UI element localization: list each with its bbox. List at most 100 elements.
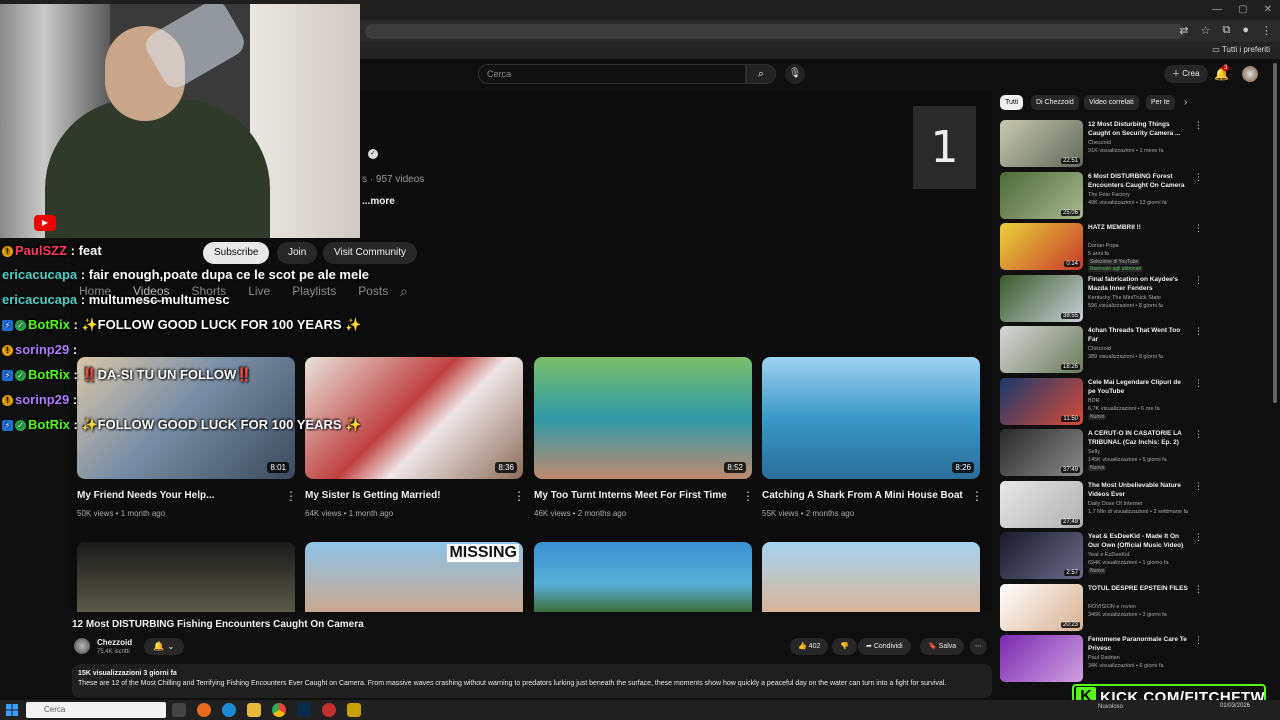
related-video-title[interactable]: Yeat & EsDeeKid - Made It On Our Own (Of… bbox=[1088, 532, 1188, 550]
related-video-channel[interactable]: Yeat e EsDeeKid bbox=[1088, 552, 1129, 558]
address-bar[interactable] bbox=[365, 24, 1185, 39]
related-video-thumbnail[interactable]: 37:49 bbox=[1000, 429, 1083, 476]
chrome-icon[interactable] bbox=[272, 703, 286, 717]
related-video-title[interactable]: The Most Unbelievable Nature Videos Ever bbox=[1088, 481, 1188, 499]
more-options-icon[interactable]: ⋮ bbox=[1194, 223, 1203, 234]
translate-icon[interactable]: ⇄ bbox=[1179, 24, 1188, 37]
related-video-title[interactable]: 12 Most Disturbing Things Caught on Secu… bbox=[1088, 120, 1188, 138]
search-button[interactable]: ⌕ bbox=[746, 64, 776, 84]
taskbar-clock[interactable]: 01/03/2026 bbox=[1220, 702, 1250, 710]
related-video-channel[interactable]: The Fear Factory bbox=[1088, 192, 1130, 198]
related-video-title[interactable]: TOTUL DESPRE EPSTEIN FILES bbox=[1088, 584, 1188, 593]
owner-name[interactable]: Chezzoid bbox=[97, 638, 132, 647]
related-video-title[interactable]: Fenomene Paranormale Care Te Privesc bbox=[1088, 635, 1188, 653]
obs-icon[interactable] bbox=[322, 703, 336, 717]
related-video-thumbnail[interactable]: 27:49 bbox=[1000, 480, 1083, 528]
related-video-channel[interactable]: BDR bbox=[1088, 398, 1100, 404]
more-options-icon[interactable]: ⋮ bbox=[971, 489, 983, 503]
related-video-title[interactable]: 4chan Threads That Went Too Far bbox=[1088, 326, 1188, 344]
more-options-icon[interactable]: ⋮ bbox=[513, 489, 525, 503]
video-thumbnail[interactable] bbox=[534, 542, 752, 612]
create-button[interactable]: ＋ Crea bbox=[1164, 65, 1208, 83]
video-thumbnail[interactable] bbox=[762, 542, 980, 612]
related-video-thumbnail[interactable]: 2:57 bbox=[1000, 532, 1083, 579]
more-options-icon[interactable]: ⋮ bbox=[742, 489, 754, 503]
edge-icon[interactable] bbox=[222, 703, 236, 717]
window-controls[interactable]: — ▢ ✕ bbox=[1212, 4, 1272, 15]
menu-icon[interactable]: ⋮ bbox=[1261, 24, 1272, 37]
windows-start-icon[interactable] bbox=[6, 704, 18, 716]
all-bookmarks[interactable]: ▭ Tutti i preferiti bbox=[1212, 45, 1270, 54]
related-video-title[interactable]: A CERUT-O IN CASATORIE LA TRIBUNAL (Caz … bbox=[1088, 429, 1188, 447]
save-button[interactable]: 🔖 Salva bbox=[920, 638, 965, 655]
more-options-icon[interactable]: ⋮ bbox=[1194, 481, 1203, 492]
account-avatar[interactable] bbox=[1242, 66, 1258, 82]
voice-search-button[interactable]: 🎙 bbox=[785, 64, 805, 84]
app-icon[interactable] bbox=[347, 703, 361, 717]
related-video-thumbnail[interactable]: 38:55 bbox=[1000, 274, 1083, 322]
tab-live[interactable]: Live bbox=[248, 284, 270, 302]
more-options-icon[interactable]: ⋮ bbox=[1194, 120, 1203, 131]
channel-search-icon[interactable]: ⌕ bbox=[400, 283, 408, 300]
visit-community-button[interactable]: Visit Community bbox=[323, 242, 418, 264]
related-video-channel[interactable]: Dorian Popa bbox=[1088, 243, 1119, 249]
more-options-icon[interactable]: ⋮ bbox=[1194, 378, 1203, 389]
like-button[interactable]: 👍 402 bbox=[790, 638, 829, 655]
task-view-icon[interactable] bbox=[172, 703, 186, 717]
more-options-icon[interactable]: ⋮ bbox=[1194, 275, 1203, 286]
join-button[interactable]: Join bbox=[277, 242, 318, 264]
more-options-icon[interactable]: ⋮ bbox=[1194, 635, 1203, 646]
related-video-thumbnail[interactable]: 25:06 bbox=[1000, 171, 1083, 219]
more-link[interactable]: ...more bbox=[362, 196, 395, 207]
more-options-icon[interactable]: ⋮ bbox=[1194, 326, 1203, 337]
subscribe-button[interactable]: Subscribe bbox=[203, 242, 270, 264]
related-video-thumbnail[interactable]: 11:50 bbox=[1000, 377, 1083, 425]
subscription-bell-button[interactable]: 🔔 ⌄ bbox=[144, 638, 184, 655]
maximize-icon[interactable]: ▢ bbox=[1238, 4, 1247, 15]
chip-related[interactable]: Video correlati bbox=[1084, 95, 1139, 110]
related-video-thumbnail[interactable]: 22:51 bbox=[1000, 120, 1083, 167]
related-video-thumbnail[interactable]: 0:14 bbox=[1000, 223, 1083, 270]
related-video-channel[interactable]: Chezzoid bbox=[1088, 346, 1111, 352]
photoshop-icon[interactable] bbox=[297, 703, 311, 717]
more-options-icon[interactable]: ⋮ bbox=[285, 489, 297, 503]
related-video-thumbnail[interactable] bbox=[1000, 635, 1083, 682]
file-explorer-icon[interactable] bbox=[247, 703, 261, 717]
share-button[interactable]: ➦ Condividi bbox=[858, 638, 911, 655]
chip-for-you[interactable]: Per te bbox=[1146, 95, 1175, 110]
related-video-channel[interactable]: Selly bbox=[1088, 449, 1100, 455]
chip-from-channel[interactable]: Di Chezzoid bbox=[1031, 95, 1079, 110]
related-video-title[interactable]: Final fabrication on Kaydee's Mazda Inne… bbox=[1088, 275, 1188, 293]
video-thumbnail[interactable] bbox=[77, 542, 295, 612]
tab-posts[interactable]: Posts bbox=[358, 284, 388, 302]
related-video-channel[interactable]: Paul Dadrian bbox=[1088, 655, 1120, 661]
firefox-icon[interactable] bbox=[197, 703, 211, 717]
more-actions-button[interactable]: ⋯ bbox=[970, 638, 987, 655]
related-video-channel[interactable]: Daily Dose Of Internet bbox=[1088, 501, 1142, 507]
video-title[interactable]: My Too Turnt Interns Meet For First Time bbox=[534, 490, 727, 501]
chip-all[interactable]: Tutti bbox=[1000, 95, 1024, 110]
related-video-channel[interactable]: Kentucky The MiniTruck State bbox=[1088, 295, 1161, 301]
owner-avatar[interactable] bbox=[74, 638, 90, 654]
related-video-title[interactable]: HATZ MEMBRII !! bbox=[1088, 223, 1188, 232]
tab-playlists[interactable]: Playlists bbox=[292, 284, 336, 302]
more-options-icon[interactable]: ⋮ bbox=[1194, 429, 1203, 440]
more-options-icon[interactable]: ⋮ bbox=[1194, 584, 1203, 595]
video-thumbnail[interactable]: 8:26 bbox=[762, 357, 980, 479]
related-video-thumbnail[interactable]: 18:26 bbox=[1000, 326, 1083, 373]
related-video-title[interactable]: Cele Mai Legendare Clipuri de pe YouTube bbox=[1088, 378, 1188, 396]
related-video-thumbnail[interactable]: 20:23 bbox=[1000, 583, 1083, 631]
extensions-icon[interactable]: ⧉ bbox=[1222, 24, 1230, 37]
search-input[interactable]: Cerca bbox=[478, 64, 746, 84]
profile-icon[interactable]: ● bbox=[1242, 24, 1249, 37]
more-options-icon[interactable]: ⋮ bbox=[1194, 532, 1203, 543]
minimize-icon[interactable]: — bbox=[1212, 4, 1222, 15]
more-options-icon[interactable]: ⋮ bbox=[1194, 172, 1203, 183]
related-video-channel[interactable]: Chezzoid bbox=[1088, 140, 1111, 146]
video-title[interactable]: My Sister Is Getting Married! bbox=[305, 490, 441, 501]
dislike-button[interactable]: 👎 bbox=[832, 638, 857, 655]
video-title[interactable]: Catching A Shark From A Mini House Boat bbox=[762, 490, 963, 501]
related-video-title[interactable]: 6 Most DISTURBING Forest Encounters Caug… bbox=[1088, 172, 1188, 190]
taskbar-search[interactable]: Cerca bbox=[26, 702, 166, 718]
close-icon[interactable]: ✕ bbox=[1264, 4, 1272, 15]
